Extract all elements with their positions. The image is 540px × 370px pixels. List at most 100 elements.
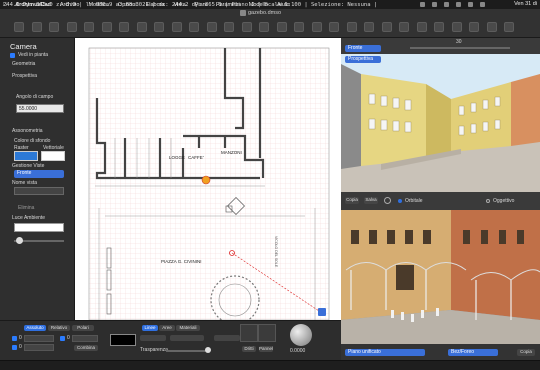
rotation-knob[interactable] bbox=[290, 324, 312, 346]
tab-aree[interactable]: Aree bbox=[159, 325, 175, 331]
plan-drawing bbox=[75, 38, 341, 320]
coord-y-checkbox[interactable] bbox=[12, 345, 17, 350]
coord-x-field[interactable] bbox=[24, 335, 54, 342]
menu-clock: Ven 31 di bbox=[514, 1, 537, 7]
plan-label-caffe: CAFFE' bbox=[188, 155, 204, 160]
roof-icon[interactable] bbox=[241, 22, 252, 32]
ambient-light-knob[interactable] bbox=[16, 237, 23, 244]
plan-label-vicolo: VICOLO DEL SOLE bbox=[274, 236, 278, 268]
measure-icon[interactable] bbox=[381, 22, 392, 32]
transparency-slider[interactable] bbox=[166, 350, 208, 352]
tab-relativo[interactable]: Relativo bbox=[48, 325, 70, 331]
render-icon[interactable] bbox=[434, 22, 444, 32]
view3d-scene bbox=[341, 54, 540, 192]
help-icon[interactable] bbox=[504, 22, 514, 32]
open-icon[interactable] bbox=[31, 22, 42, 32]
transparency-knob[interactable] bbox=[205, 347, 211, 353]
raster-color-swatch[interactable] bbox=[14, 151, 38, 161]
coord-y-field[interactable] bbox=[24, 344, 54, 351]
assonometry-label: Assonometria bbox=[12, 128, 43, 134]
dimension-icon[interactable] bbox=[259, 22, 269, 32]
camera-panel bbox=[0, 38, 75, 320]
battery-icon[interactable] bbox=[456, 2, 461, 7]
tab-polari[interactable]: Polari bbox=[72, 325, 94, 331]
light-icon[interactable] bbox=[469, 22, 479, 32]
undo-icon[interactable] bbox=[84, 22, 94, 32]
view3d-copy-button[interactable]: Copia bbox=[345, 197, 359, 204]
coord-z-field[interactable] bbox=[72, 335, 98, 342]
plan-label-piazza: PIAZZA G. CIVININI bbox=[161, 259, 202, 264]
cut-icon[interactable] bbox=[119, 22, 129, 32]
search-icon[interactable] bbox=[468, 2, 473, 7]
window-icon[interactable] bbox=[206, 22, 217, 32]
select-icon[interactable] bbox=[346, 22, 357, 32]
volume-icon[interactable] bbox=[444, 2, 449, 7]
view3d-view-select[interactable]: Fronte bbox=[345, 45, 381, 52]
angle-field[interactable]: 55.0000 bbox=[16, 104, 64, 113]
snap-grid-icon[interactable] bbox=[240, 324, 258, 342]
view3d-save-button[interactable]: Salva bbox=[364, 197, 378, 204]
pan-icon[interactable] bbox=[329, 22, 339, 32]
tab-linee[interactable]: Linee bbox=[142, 325, 158, 331]
settings-icon[interactable] bbox=[486, 22, 497, 32]
rotate-icon[interactable] bbox=[364, 22, 374, 32]
save-icon[interactable] bbox=[49, 22, 59, 32]
panel-button[interactable]: Pannel bbox=[259, 346, 273, 352]
view3d-zoom-slider[interactable] bbox=[410, 47, 510, 49]
bluetooth-icon[interactable] bbox=[432, 2, 437, 7]
coord-x-value: 0 bbox=[19, 335, 22, 341]
snap-angle-icon[interactable] bbox=[258, 324, 276, 342]
paste-icon[interactable] bbox=[154, 22, 164, 32]
line-color-swatch[interactable] bbox=[110, 334, 136, 346]
coord-z-value: 0 bbox=[67, 335, 70, 341]
copy-icon[interactable] bbox=[136, 22, 147, 32]
tab-assoluto[interactable]: Assoluto bbox=[24, 325, 46, 331]
perspective-label: Prospettiva bbox=[12, 73, 38, 79]
view3d-viewport[interactable] bbox=[341, 54, 540, 192]
visible-in-plan-checkbox[interactable] bbox=[10, 53, 15, 58]
zoom-out-icon[interactable] bbox=[311, 22, 322, 32]
redo-icon[interactable] bbox=[101, 22, 112, 32]
line-style-select[interactable] bbox=[140, 335, 166, 341]
wall-icon[interactable] bbox=[171, 22, 182, 32]
view3d-projection-select[interactable]: Prospettiva bbox=[345, 56, 381, 63]
draw-button[interactable]: Dritti bbox=[242, 346, 256, 352]
view3d-refresh-icon[interactable] bbox=[384, 197, 391, 204]
render-copy-button[interactable]: Copia bbox=[517, 349, 535, 356]
print-icon[interactable] bbox=[66, 22, 77, 32]
stair-icon[interactable] bbox=[224, 22, 234, 32]
view-mgmt-label: Gestione Viste bbox=[12, 163, 45, 169]
transparency-label: Trasparenza bbox=[140, 347, 168, 353]
coord-z-checkbox[interactable] bbox=[60, 336, 65, 341]
layer-icon[interactable] bbox=[399, 22, 409, 32]
control-center-icon[interactable] bbox=[480, 2, 485, 7]
orbit-radio[interactable] bbox=[398, 199, 402, 203]
coord-x-checkbox[interactable] bbox=[12, 336, 17, 341]
combine-button[interactable]: Combina bbox=[74, 345, 98, 351]
vector-color-swatch[interactable] bbox=[41, 151, 65, 161]
wifi-icon[interactable] bbox=[420, 2, 425, 7]
ambient-light-swatch[interactable] bbox=[14, 223, 64, 232]
status-bar bbox=[0, 360, 540, 370]
text-icon[interactable] bbox=[276, 22, 287, 32]
window-title: gazebo.dmso bbox=[248, 10, 282, 16]
bg-color-label: Colore di sfondo bbox=[14, 138, 51, 144]
geometry-label: Geometria bbox=[12, 61, 36, 67]
render-mode-select[interactable]: Piano unificato bbox=[345, 349, 425, 356]
fill-select[interactable] bbox=[214, 335, 240, 341]
new-icon[interactable] bbox=[14, 22, 24, 32]
delete-view-button[interactable]: Elimina bbox=[18, 205, 34, 211]
view3d-zoom-label: 30 bbox=[456, 39, 462, 45]
door-icon[interactable] bbox=[189, 22, 199, 32]
tab-materiali[interactable]: Materiali bbox=[176, 325, 200, 331]
camera-icon[interactable] bbox=[451, 22, 462, 32]
render-viewport[interactable] bbox=[341, 210, 540, 344]
plan-canvas[interactable]: LOGGE CAFFE' MANZONI PIAZZA G. CIVININI … bbox=[75, 38, 341, 320]
3d-icon[interactable] bbox=[416, 22, 427, 32]
render-style-select[interactable]: Bez/Foreo bbox=[448, 349, 498, 356]
line-weight-select[interactable] bbox=[170, 335, 204, 341]
view-name-field[interactable] bbox=[14, 187, 64, 195]
zoom-in-icon[interactable] bbox=[294, 22, 304, 32]
view-select[interactable]: Fronte bbox=[14, 170, 64, 178]
object-radio[interactable] bbox=[486, 199, 490, 203]
